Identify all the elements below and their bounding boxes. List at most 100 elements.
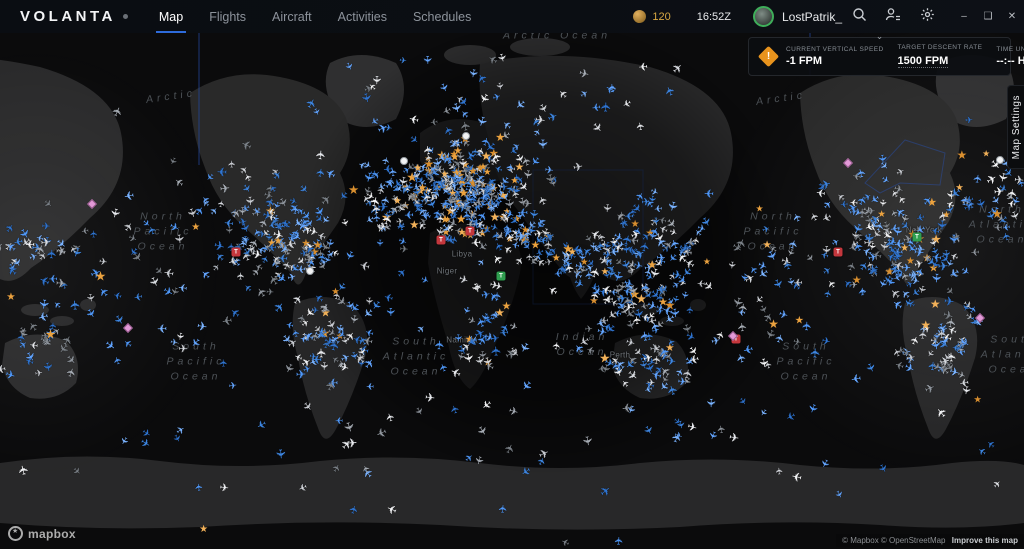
aircraft-icon[interactable]: ✈ xyxy=(936,329,948,339)
aircraft-icon[interactable]: ✈ xyxy=(973,174,985,185)
aircraft-icon[interactable]: ✈ xyxy=(228,382,237,393)
tdr-value[interactable]: 1500 FPM xyxy=(898,55,949,68)
aircraft-icon[interactable]: ✈ xyxy=(704,398,716,408)
tower-marker-green[interactable]: T xyxy=(913,233,922,242)
aircraft-icon[interactable]: ✈ xyxy=(489,334,500,346)
aircraft-icon[interactable]: ✈ xyxy=(295,369,306,382)
tower-marker-red[interactable]: T xyxy=(466,227,475,236)
tower-marker-green[interactable]: T xyxy=(497,272,506,281)
aircraft-icon[interactable]: ✈ xyxy=(195,482,206,491)
star-aircraft-icon[interactable]: ★ xyxy=(199,525,208,535)
airport-circle-marker[interactable] xyxy=(306,267,314,275)
aircraft-icon[interactable]: ✈ xyxy=(1017,177,1024,187)
aircraft-icon[interactable]: ✈ xyxy=(498,504,510,514)
aircraft-icon[interactable]: ✈ xyxy=(849,196,858,207)
aircraft-icon[interactable]: ✈ xyxy=(55,245,66,258)
aircraft-icon[interactable]: ✈ xyxy=(420,55,432,65)
aircraft-icon[interactable]: ✈ xyxy=(687,352,700,366)
star-aircraft-icon[interactable]: ★ xyxy=(6,292,15,303)
aircraft-icon[interactable]: ✈ xyxy=(737,322,750,333)
aircraft-icon[interactable]: ✈ xyxy=(90,230,100,238)
aircraft-icon[interactable]: ✈ xyxy=(317,325,327,336)
aircraft-icon[interactable]: ✈ xyxy=(809,347,822,358)
aircraft-icon[interactable]: ✈ xyxy=(452,334,462,343)
aircraft-icon[interactable]: ✈ xyxy=(495,81,506,90)
aircraft-icon[interactable]: ✈ xyxy=(219,182,231,196)
aircraft-icon[interactable]: ✈ xyxy=(163,264,176,278)
star-aircraft-icon[interactable]: ★ xyxy=(942,210,950,219)
aircraft-icon[interactable]: ✈ xyxy=(572,160,584,174)
aircraft-icon[interactable]: ✈ xyxy=(156,321,167,334)
aircraft-icon[interactable]: ✈ xyxy=(235,206,246,215)
aircraft-icon[interactable]: ✈ xyxy=(653,201,663,212)
aircraft-icon[interactable]: ✈ xyxy=(285,318,295,329)
aircraft-icon[interactable]: ✈ xyxy=(970,245,980,256)
tower-marker-red[interactable]: T xyxy=(437,236,446,245)
aircraft-icon[interactable]: ✈ xyxy=(314,149,327,160)
aircraft-icon[interactable]: ✈ xyxy=(399,56,408,66)
aircraft-icon[interactable]: ✈ xyxy=(317,252,330,264)
aircraft-icon[interactable]: ✈ xyxy=(228,160,238,168)
aircraft-icon[interactable]: ✈ xyxy=(273,448,286,460)
aircraft-icon[interactable]: ✈ xyxy=(959,384,971,395)
star-aircraft-icon[interactable]: ★ xyxy=(703,258,711,267)
tower-marker-red[interactable]: T xyxy=(232,248,241,257)
world-map[interactable]: ArcticArcticArctic OceanNorth Pacific Oc… xyxy=(0,33,1024,549)
aircraft-icon[interactable]: ✈ xyxy=(965,115,973,125)
settings-gear-icon[interactable] xyxy=(910,7,944,27)
aircraft-icon[interactable]: ✈ xyxy=(668,308,681,319)
tab-map[interactable]: Map xyxy=(146,0,196,33)
aircraft-icon[interactable]: ✈ xyxy=(223,226,233,234)
aircraft-icon[interactable]: ✈ xyxy=(219,483,230,495)
aircraft-icon[interactable]: ✈ xyxy=(947,233,960,244)
tower-marker-red[interactable]: T xyxy=(834,248,843,257)
aircraft-icon[interactable]: ✈ xyxy=(178,344,188,355)
aircraft-icon[interactable]: ✈ xyxy=(645,331,656,341)
attribution-text[interactable]: © Mapbox © OpenStreetMap xyxy=(842,536,945,545)
aircraft-icon[interactable]: ✈ xyxy=(34,368,43,379)
aircraft-icon[interactable]: ✈ xyxy=(608,244,619,256)
aircraft-icon[interactable]: ✈ xyxy=(851,208,862,220)
aircraft-icon[interactable]: ✈ xyxy=(636,121,648,131)
aircraft-icon[interactable]: ✈ xyxy=(48,272,58,284)
aircraft-icon[interactable]: ✈ xyxy=(25,238,35,250)
aircraft-icon[interactable]: ✈ xyxy=(601,203,613,213)
aircraft-icon[interactable]: ✈ xyxy=(383,308,394,318)
star-aircraft-icon[interactable]: ★ xyxy=(647,260,657,272)
aircraft-icon[interactable]: ✈ xyxy=(859,286,869,295)
close-icon[interactable]: ✕ xyxy=(1000,0,1024,33)
aircraft-icon[interactable]: ✈ xyxy=(83,293,95,303)
aircraft-icon[interactable]: ✈ xyxy=(849,371,861,385)
aircraft-icon[interactable]: ✈ xyxy=(474,283,484,292)
aircraft-icon[interactable]: ✈ xyxy=(346,313,358,324)
aircraft-icon[interactable]: ✈ xyxy=(69,299,83,311)
aircraft-icon[interactable]: ✈ xyxy=(477,311,490,323)
aircraft-icon[interactable]: ✈ xyxy=(237,272,247,280)
star-aircraft-icon[interactable]: ★ xyxy=(409,220,419,231)
aircraft-icon[interactable]: ✈ xyxy=(679,290,690,300)
improve-map-link[interactable]: Improve this map xyxy=(952,536,1018,545)
aircraft-icon[interactable]: ✈ xyxy=(782,259,795,271)
aircraft-icon[interactable]: ✈ xyxy=(726,260,736,269)
aircraft-icon[interactable]: ✈ xyxy=(172,233,185,245)
aircraft-icon[interactable]: ✈ xyxy=(435,162,444,173)
aircraft-icon[interactable]: ✈ xyxy=(498,182,509,194)
star-aircraft-icon[interactable]: ★ xyxy=(191,223,200,233)
map-settings-tab[interactable]: Map Settings xyxy=(1007,85,1024,169)
aircraft-icon[interactable]: ✈ xyxy=(311,306,319,316)
star-aircraft-icon[interactable]: ★ xyxy=(495,132,505,144)
aircraft-icon[interactable]: ✈ xyxy=(424,391,436,404)
star-aircraft-icon[interactable]: ★ xyxy=(95,270,107,283)
aircraft-icon[interactable]: ✈ xyxy=(80,224,89,234)
aircraft-icon[interactable]: ✈ xyxy=(737,305,746,316)
aircraft-icon[interactable]: ✈ xyxy=(638,59,648,71)
aircraft-icon[interactable]: ✈ xyxy=(704,187,714,199)
airport-circle-marker[interactable] xyxy=(996,156,1004,164)
aircraft-icon[interactable]: ✈ xyxy=(221,313,234,327)
aircraft-icon[interactable]: ✈ xyxy=(453,150,465,160)
aircraft-icon[interactable]: ✈ xyxy=(492,282,503,294)
aircraft-icon[interactable]: ✈ xyxy=(335,413,344,423)
star-aircraft-icon[interactable]: ★ xyxy=(930,298,941,310)
aircraft-icon[interactable]: ✈ xyxy=(677,377,688,389)
aircraft-icon[interactable]: ✈ xyxy=(132,290,143,302)
